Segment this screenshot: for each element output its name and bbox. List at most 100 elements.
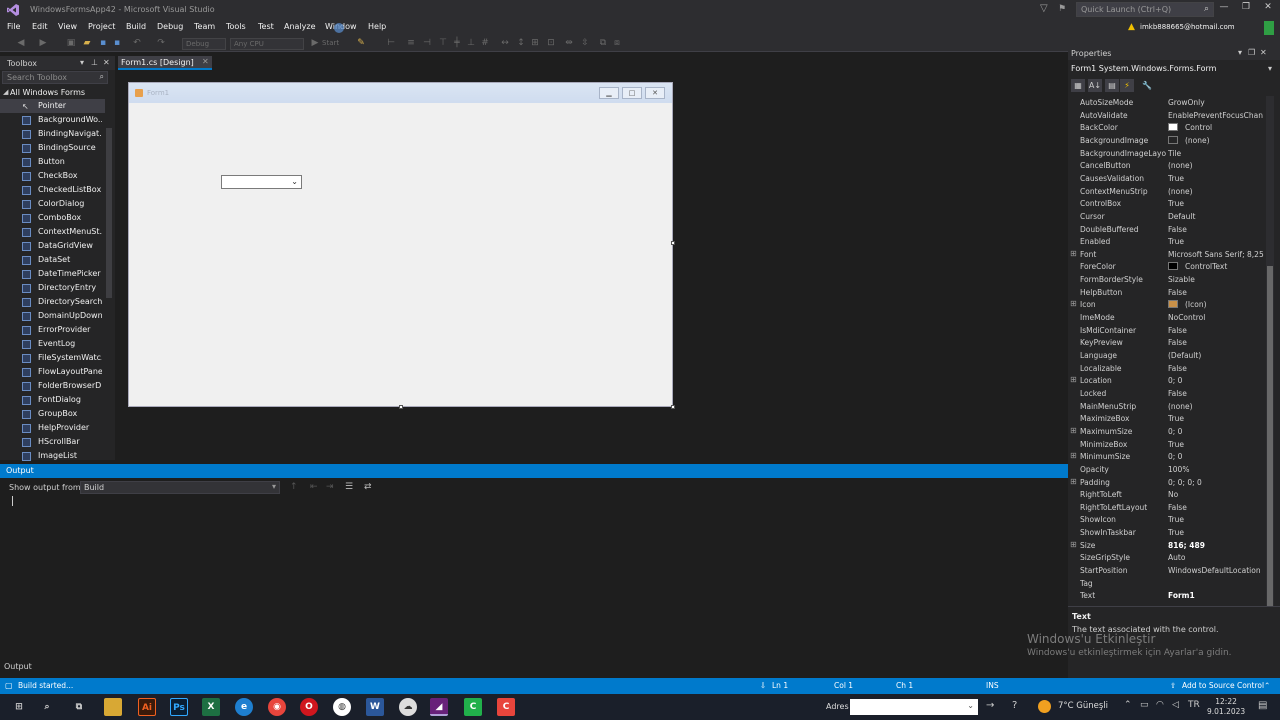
size-to-grid-icon[interactable]: ⊡ [546, 38, 556, 48]
toolbox-item[interactable]: DomainUpDown [0, 309, 105, 323]
scrollbar-thumb[interactable] [1267, 266, 1273, 616]
property-row[interactable]: HelpButton False [1068, 286, 1264, 299]
properties-scrollbar[interactable] [1266, 96, 1274, 646]
tab-close-icon[interactable]: ✕ [202, 57, 209, 66]
categorized-icon[interactable]: ▦ [1071, 79, 1085, 92]
resize-handle-bottom[interactable] [399, 405, 403, 409]
property-row[interactable]: Opacity 100% [1068, 463, 1264, 476]
property-value[interactable]: True [1168, 174, 1264, 183]
toolbox-item[interactable]: CheckedListBox [0, 183, 105, 197]
property-row[interactable]: MinimizeBox True [1068, 438, 1264, 451]
expand-icon[interactable]: ⊞ [1070, 299, 1077, 308]
property-row[interactable]: ⊞ Font Microsoft Sans Serif; 8,25pt [1068, 248, 1264, 261]
warning-icon[interactable]: ▲ [1128, 22, 1135, 32]
property-value[interactable]: Control [1168, 123, 1264, 132]
chevron-down-icon[interactable]: ▾ [1268, 64, 1272, 73]
property-row[interactable]: Locked False [1068, 387, 1264, 400]
property-row[interactable]: ⊞ Icon (Icon) [1068, 298, 1264, 311]
toolbox-item[interactable]: EventLog [0, 337, 105, 351]
properties-icon[interactable]: ▤ [1105, 79, 1119, 92]
property-value[interactable]: 0; 0 [1168, 376, 1264, 385]
property-row[interactable]: Cursor Default [1068, 210, 1264, 223]
opera-icon[interactable]: O [300, 698, 318, 716]
toolbox-item[interactable]: BackgroundWo... [0, 113, 105, 127]
close-button[interactable]: ✕ [1258, 2, 1278, 17]
wifi-icon[interactable]: ◠ [1156, 700, 1164, 710]
property-row[interactable]: ⊞ Size 816; 489 [1068, 539, 1264, 552]
properties-close-icon[interactable]: ✕ [1260, 48, 1267, 57]
property-value[interactable]: True [1168, 414, 1264, 423]
property-value[interactable]: (none) [1168, 135, 1264, 145]
make-same-height-icon[interactable]: ↕ [516, 38, 526, 48]
properties-float-icon[interactable]: ❐ [1248, 48, 1255, 57]
expand-icon[interactable]: ⊞ [1070, 451, 1077, 460]
align-left-icon[interactable]: ⊢ [386, 38, 396, 48]
toolbox-item[interactable]: ↖ Pointer [0, 99, 105, 113]
properties-options-icon[interactable]: ▾ [1238, 48, 1242, 57]
next-message-icon[interactable]: ⇥ [326, 482, 334, 492]
property-row[interactable]: ⊞ Padding 0; 0; 0; 0 [1068, 476, 1264, 489]
combobox-control[interactable]: ⌄ [221, 175, 302, 189]
attach-icon[interactable]: ✎ [356, 38, 366, 48]
toolbox-item[interactable]: DataSet [0, 253, 105, 267]
file-explorer-icon[interactable] [104, 698, 122, 716]
illustrator-icon[interactable]: Ai [138, 698, 156, 716]
toolbox-item[interactable]: FontDialog [0, 393, 105, 407]
expand-icon[interactable]: ⊞ [1070, 375, 1077, 384]
previous-message-icon[interactable]: ⇤ [310, 482, 318, 492]
toolbox-item[interactable]: ErrorProvider [0, 323, 105, 337]
property-row[interactable]: Text Form1 [1068, 589, 1264, 602]
property-value[interactable]: False [1168, 338, 1264, 347]
property-row[interactable]: FormBorderStyle Sizable [1068, 273, 1264, 286]
property-row[interactable]: RightToLeftLayout False [1068, 501, 1264, 514]
toolbox-scrollbar[interactable] [106, 128, 112, 298]
excel-icon[interactable]: X [202, 698, 220, 716]
property-value[interactable]: No [1168, 490, 1264, 499]
menu-file[interactable]: File [7, 22, 20, 31]
clock[interactable]: 12:22 9.01.2023 [1207, 697, 1245, 717]
property-row[interactable]: ControlBox True [1068, 197, 1264, 210]
expand-icon[interactable]: ⊞ [1070, 540, 1077, 549]
property-row[interactable]: BackgroundImage (none) [1068, 134, 1264, 147]
property-row[interactable]: AutoValidate EnablePreventFocusChan [1068, 109, 1264, 122]
toolbox-close-icon[interactable]: ✕ [103, 58, 110, 67]
property-value[interactable]: Form1 [1168, 591, 1264, 600]
property-value[interactable]: Sizable [1168, 275, 1264, 284]
property-value[interactable]: (none) [1168, 161, 1264, 170]
property-value[interactable]: GrowOnly [1168, 98, 1264, 107]
volume-icon[interactable]: ◁ [1172, 700, 1179, 710]
start-button[interactable]: Start [322, 39, 339, 47]
start-icon[interactable]: ▶ [310, 38, 320, 48]
toolbox-options-icon[interactable]: ▾ [80, 58, 84, 67]
expand-icon[interactable]: ⊞ [1070, 477, 1077, 486]
property-pages-icon[interactable]: 🔧 [1140, 79, 1154, 92]
property-row[interactable]: DoubleBuffered False [1068, 223, 1264, 236]
help-icon[interactable]: ? [1012, 700, 1017, 711]
property-row[interactable]: ShowIcon True [1068, 513, 1264, 526]
quick-launch-input[interactable]: Quick Launch (Ctrl+Q) ⌕ [1076, 2, 1214, 17]
toolbox-search-input[interactable]: Search Toolbox ⌕ [2, 71, 108, 84]
property-value[interactable]: True [1168, 528, 1264, 537]
property-value[interactable]: False [1168, 503, 1264, 512]
property-value[interactable]: NoControl [1168, 313, 1264, 322]
language-icon[interactable]: TR [1188, 700, 1200, 710]
flag-icon[interactable]: ⚑ [1058, 4, 1066, 14]
toolbox-item[interactable]: HScrollBar [0, 435, 105, 449]
notification-filter-icon[interactable]: ▽ [1040, 3, 1052, 15]
property-row[interactable]: BackColor Control [1068, 121, 1264, 134]
property-value[interactable]: Default [1168, 212, 1264, 221]
windows-start-icon[interactable]: ⊞ [10, 698, 28, 716]
task-view-icon[interactable]: ⧉ [70, 698, 88, 716]
expand-icon[interactable]: ⊞ [1070, 426, 1077, 435]
weather-text[interactable]: 7°C Güneşli [1058, 701, 1108, 711]
property-row[interactable]: MaximizeBox True [1068, 412, 1264, 425]
new-project-icon[interactable]: ▣ [66, 38, 76, 48]
property-value[interactable]: EnablePreventFocusChan [1168, 111, 1264, 120]
menu-build[interactable]: Build [126, 22, 146, 31]
toolbox-item[interactable]: ContextMenuSt... [0, 225, 105, 239]
align-top-icon[interactable]: ⊤ [438, 38, 448, 48]
menu-help[interactable]: Help [368, 22, 386, 31]
property-row[interactable]: CausesValidation True [1068, 172, 1264, 185]
find-message-icon[interactable]: ↑ [290, 482, 298, 492]
menu-test[interactable]: Test [258, 22, 274, 31]
